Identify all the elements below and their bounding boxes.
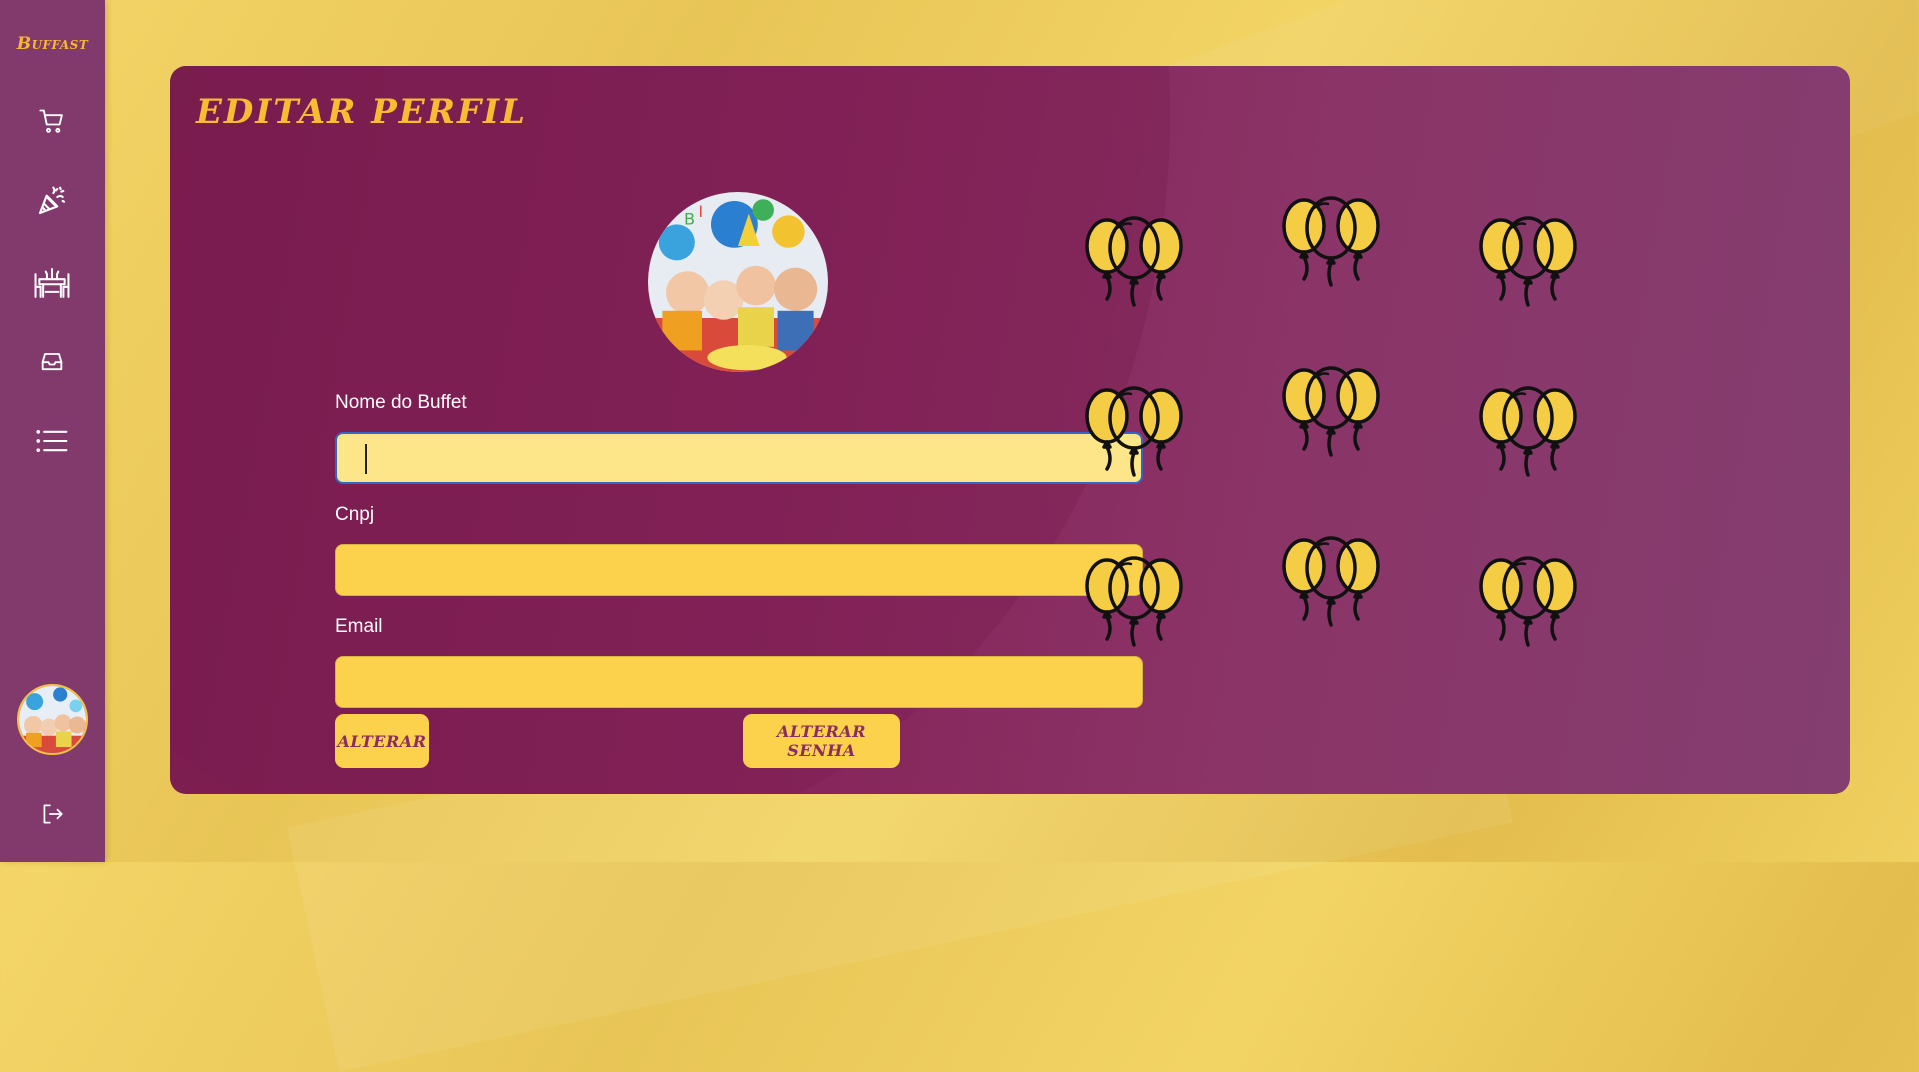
sidebar: Buffast (0, 0, 105, 862)
sidebar-item-party[interactable] (27, 180, 77, 222)
edit-profile-card: Editar Perfil B I Nome do Buffet Cnpj Em… (170, 66, 1850, 794)
dining-table-icon (34, 268, 70, 298)
buffet-name-label: Nome do Buffet (335, 392, 467, 413)
text-caret (365, 444, 367, 474)
logout-button[interactable] (27, 793, 77, 835)
party-popper-icon (38, 186, 66, 215)
sidebar-item-cart[interactable] (27, 100, 77, 142)
balloons-icon (1276, 188, 1386, 298)
buffet-name-input[interactable] (335, 432, 1143, 484)
balloons-icon (1473, 548, 1583, 658)
list-icon (36, 430, 68, 452)
balloons-icon (1473, 378, 1583, 488)
user-avatar[interactable] (17, 684, 88, 755)
sidebar-item-venue[interactable] (27, 262, 77, 304)
email-input[interactable] (335, 656, 1143, 708)
alterar-button[interactable]: Alterar (335, 714, 429, 768)
balloons-icon (1079, 378, 1189, 488)
sidebar-item-inbox[interactable] (27, 340, 77, 382)
cart-icon (39, 109, 63, 133)
balloons-icon (1079, 208, 1189, 318)
cnpj-input[interactable] (335, 544, 1143, 596)
email-label: Email (335, 616, 383, 637)
profile-picture[interactable]: B I (648, 192, 828, 372)
balloons-icon (1079, 548, 1189, 658)
sidebar-item-menu[interactable] (27, 420, 77, 462)
cnpj-label: Cnpj (335, 504, 375, 525)
logout-icon (43, 804, 63, 824)
balloons-icon (1276, 358, 1386, 468)
alterar-senha-button[interactable]: Alterar Senha (743, 714, 900, 768)
app-logo[interactable]: Buffast (0, 34, 105, 54)
balloons-icon (1473, 208, 1583, 318)
inbox-icon (41, 353, 63, 371)
svg-text:I: I (698, 202, 703, 221)
balloons-icon (1276, 528, 1386, 638)
svg-text:B: B (684, 209, 695, 228)
page-title: Editar Perfil (196, 92, 527, 132)
